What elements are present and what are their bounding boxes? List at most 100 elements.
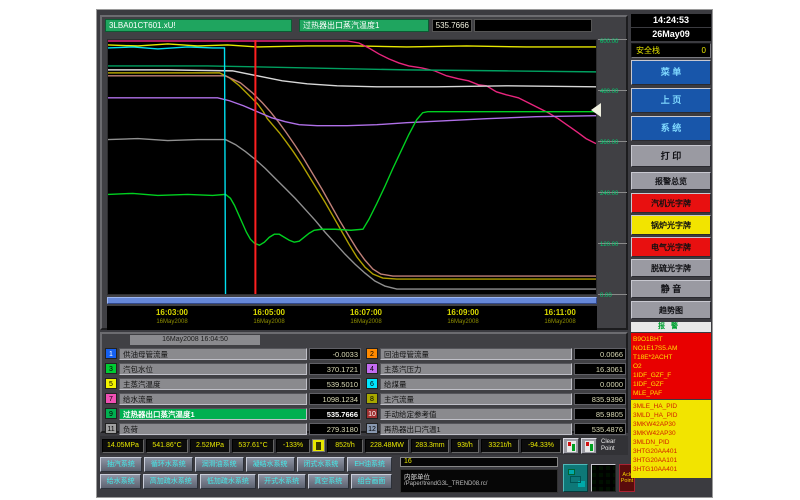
- legend-row[interactable]: 12再热器出口汽温1535.4876: [366, 422, 626, 435]
- legend-row[interactable]: 1供油母管流量-0.0033: [105, 347, 361, 360]
- system-button[interactable]: 系 统: [631, 116, 711, 141]
- nav-button[interactable]: 闭式水系统: [297, 457, 346, 472]
- alarm-entry[interactable]: 1IDF_GZF: [633, 380, 711, 389]
- boiler-annunciator-button[interactable]: 锅炉光字牌: [631, 215, 711, 235]
- alarm-entry[interactable]: 3MLD_HA_PID: [633, 411, 711, 420]
- pump-status-icon[interactable]: [312, 439, 325, 452]
- pen-ref-flow: [108, 76, 596, 276]
- alarm-overview-button[interactable]: 报警总览: [631, 172, 711, 190]
- legend-column-left: 1供油母管流量-0.0033 3汽包水位370.1721 5主蒸汽温度539.501…: [105, 347, 361, 435]
- flow-diagram-icon: [568, 469, 575, 475]
- nav-button[interactable]: 给水系统: [100, 474, 141, 489]
- electric-annunciator-button[interactable]: 电气光字牌: [631, 237, 711, 257]
- gauge-button[interactable]: [563, 438, 579, 454]
- pen-name: 过热器出口蒸汽温度1: [119, 408, 307, 420]
- alarm-entry[interactable]: O2: [633, 362, 711, 371]
- pen-color-chip: 2: [366, 348, 378, 359]
- flow-diagram-button[interactable]: [563, 464, 588, 492]
- gauge-red-bar-icon: [586, 442, 589, 446]
- legend-row[interactable]: 10手动给定参考值85.9805: [366, 407, 626, 420]
- status-value-box: 537.61°C: [232, 439, 274, 453]
- trend-page-button[interactable]: 趋势图: [631, 301, 711, 319]
- legend-row[interactable]: 4主蒸汽压力16.3061: [366, 362, 626, 375]
- trend-plot[interactable]: [107, 39, 597, 295]
- desulf-annunciator-button[interactable]: 脱硫光字牌: [631, 259, 711, 277]
- nav-button[interactable]: 循环水系统: [144, 457, 193, 472]
- legend-row[interactable]: 9过热器出口蒸汽温度1535.7666: [105, 407, 361, 420]
- alarm-entry[interactable]: 3MKW42AP30: [633, 420, 711, 429]
- nav-button[interactable]: 润滑油系统: [195, 457, 244, 472]
- clock-date: 26May09: [631, 28, 711, 41]
- print-button[interactable]: 打 印: [631, 145, 711, 167]
- time-scrollbar[interactable]: [107, 297, 597, 304]
- legend-row[interactable]: 3汽包水位370.1721: [105, 362, 361, 375]
- alarm-entry[interactable]: MLE_PAF: [633, 389, 711, 398]
- pen-name: 再热器出口汽温1: [380, 423, 572, 435]
- alarm-entry[interactable]: 3HTG20AA401: [633, 447, 711, 456]
- legend-row[interactable]: 6给煤量0.0000: [366, 377, 626, 390]
- alarm-entry[interactable]: 3HTG10AA401: [633, 465, 711, 474]
- legend-row[interactable]: 7给水流量1098.1234: [105, 392, 361, 405]
- nav-button[interactable]: 抽汽系统: [100, 457, 142, 472]
- pen-name-field[interactable]: 过热器出口蒸汽温度1: [299, 19, 429, 32]
- gauge-button[interactable]: [581, 438, 597, 454]
- pen-color-chip: 11: [105, 423, 117, 434]
- nav-button[interactable]: 组合画面: [351, 474, 392, 489]
- nav-button[interactable]: 低加疏水系统: [200, 474, 255, 489]
- prev-page-button[interactable]: 上 页: [631, 88, 711, 113]
- alarm-entry[interactable]: 3MKW42AP30: [633, 429, 711, 438]
- pen-value: 835.9396: [574, 393, 626, 405]
- alarm-entry[interactable]: NO1E17S5.AM: [633, 344, 711, 353]
- alarm-entry[interactable]: 3HTG20AA101: [633, 456, 711, 465]
- alarm-entry[interactable]: B9O1BHT: [633, 335, 711, 344]
- nav-button[interactable]: 开式水系统: [258, 474, 306, 489]
- pen-value-box: 535.7666: [432, 19, 472, 32]
- x-axis-date: 16May2008: [525, 319, 595, 325]
- status-strip: 14.05MPa541.86°C2.52MPa537.61°C-133%852t…: [100, 436, 628, 455]
- status-value-box: 93t/h: [451, 439, 479, 453]
- pen-value: -0.0033: [309, 348, 361, 360]
- menu-button[interactable]: 菜 单: [631, 60, 711, 85]
- clock-time: 14:24:53: [631, 14, 711, 27]
- pen-extra-box: [474, 19, 592, 32]
- status-value-box: 3321t/h: [481, 439, 519, 453]
- legend-row[interactable]: 5主蒸汽温度539.5010: [105, 377, 361, 390]
- alarm-entry[interactable]: 3MLE_HA_PID: [633, 402, 711, 411]
- alarm-list-critical[interactable]: B9O1BHTNO1E17S5.AMT18E*2ACHTO21IDF_GZF_F…: [631, 333, 711, 399]
- pen-value: 0.0066: [574, 348, 626, 360]
- alarm-entry[interactable]: T18E*2ACHT: [633, 353, 711, 362]
- alarm-entry[interactable]: 3MLDN_PID: [633, 438, 711, 447]
- x-axis-date: 16May2008: [234, 319, 304, 325]
- status-value-box: 228.48MW: [365, 439, 409, 453]
- legend-row[interactable]: 8主汽流量835.9396: [366, 392, 626, 405]
- status-value-box: 14.05MPa: [102, 439, 144, 453]
- x-axis-time: 16:11:00: [525, 308, 595, 317]
- pen-scale-marker-icon[interactable]: [591, 103, 601, 117]
- clear-point-label[interactable]: Clear Point: [601, 439, 625, 453]
- nav-button[interactable]: 凝结水系统: [246, 457, 295, 472]
- alarm-list-warning[interactable]: 3MLE_HA_PID3MLD_HA_PID3MKW42AP303MKW42AP…: [631, 400, 711, 478]
- nav-button[interactable]: EH油系统: [347, 457, 392, 472]
- turbine-annunciator-button[interactable]: 汽机光字牌: [631, 193, 711, 213]
- nav-row-2: 给水系统高加疏水系统低加疏水系统开式水系统真空系统组合画面: [100, 474, 392, 489]
- pen-tag-field[interactable]: 3LBA01CT601.xU!: [105, 19, 292, 32]
- pump-glyph: [316, 442, 321, 450]
- pen-name: 给水流量: [119, 393, 307, 405]
- scale-label: 600.00: [600, 39, 627, 45]
- nav-button[interactable]: 真空系统: [308, 474, 349, 489]
- legend-row[interactable]: 2回油母管流量0.0066: [366, 347, 626, 360]
- value-scale: 600.00480.00360.00240.00120.000.00: [598, 39, 628, 301]
- pen-color-chip: 12: [366, 423, 378, 434]
- pen-name: 主蒸汽压力: [380, 363, 572, 375]
- pen-value: 535.7666: [309, 408, 361, 420]
- nav-button[interactable]: 高加疏水系统: [143, 474, 198, 489]
- pen-name: 负荷: [119, 423, 307, 435]
- time-axis: 16:03:0016May200816:05:0016May200816:07:…: [107, 306, 597, 330]
- x-axis-time: 16:03:00: [137, 308, 207, 317]
- legend-row[interactable]: 11负荷279.3180: [105, 422, 361, 435]
- command-input[interactable]: 16: [400, 457, 558, 467]
- grid-view-button[interactable]: [591, 464, 616, 492]
- mute-button[interactable]: 静 音: [631, 280, 711, 298]
- alarm-entry[interactable]: 1IDF_GZF_F: [633, 371, 711, 380]
- pen-name: 手动给定参考值: [380, 408, 572, 420]
